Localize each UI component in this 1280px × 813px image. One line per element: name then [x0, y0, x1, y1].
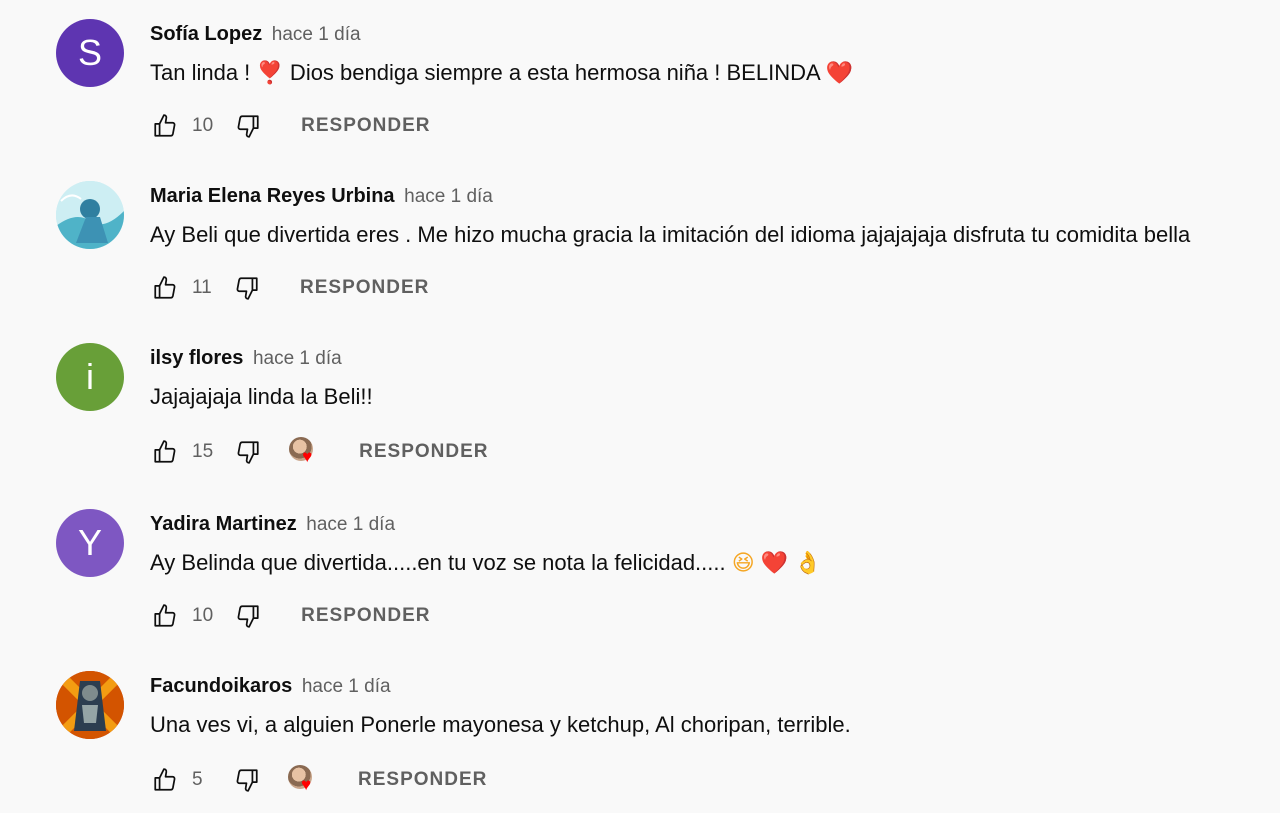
like-icon[interactable] [150, 601, 180, 631]
dislike-icon[interactable] [233, 437, 263, 467]
avatar[interactable]: Y [56, 509, 124, 577]
avatar[interactable] [56, 181, 124, 249]
avatar-letter: S [77, 32, 102, 73]
comment-thread: Y Yadira Martinez hace 1 día Ay Belinda … [0, 509, 1280, 659]
reply-button[interactable]: RESPONDER [359, 441, 488, 463]
reply-button[interactable]: RESPONDER [301, 605, 430, 627]
comment-time[interactable]: hace 1 día [306, 514, 395, 535]
reply-button[interactable]: RESPONDER [300, 277, 429, 299]
comment-time[interactable]: hace 1 día [253, 348, 342, 369]
comment-actions: 10 RESPONDER [150, 601, 431, 631]
avatar[interactable]: i [56, 343, 124, 411]
heart-icon: ♥ [301, 775, 312, 794]
like-icon[interactable] [150, 111, 180, 141]
red-heart-emoji: ❤️ [825, 60, 853, 85]
author-name[interactable]: Yadira Martinez [150, 513, 297, 535]
comment-actions: 15 ♥ RESPONDER [150, 437, 489, 467]
comment-text: Ay Beli que divertida eres . Me hizo muc… [150, 222, 1191, 247]
dislike-icon[interactable] [233, 111, 263, 141]
like-icon[interactable] [150, 437, 180, 467]
comment-actions: 10 RESPONDER [150, 111, 431, 141]
dislike-icon[interactable] [233, 601, 263, 631]
author-name[interactable]: Sofía Lopez [150, 23, 262, 45]
comment-header: ilsy flores hace 1 día [150, 345, 342, 372]
dislike-icon[interactable] [232, 273, 262, 303]
comment-text-part: Ay Belinda que divertida.....en tu voz s… [150, 550, 732, 575]
comment-header: Maria Elena Reyes Urbina hace 1 día [150, 183, 493, 210]
comments-section: S Sofía Lopez hace 1 día Tan linda ! ❣️ … [0, 0, 1280, 813]
comment-text: Una ves vi, a alguien Ponerle mayonesa y… [150, 712, 851, 737]
avatar[interactable]: S [56, 19, 124, 87]
comment-time[interactable]: hace 1 día [404, 186, 493, 207]
comment-text-part: Dios bendiga siempre a esta hermosa niña… [283, 60, 826, 85]
avatar-letter: i [86, 356, 94, 397]
comment-time[interactable]: hace 1 día [302, 676, 391, 697]
reply-button[interactable]: RESPONDER [301, 115, 430, 137]
author-name[interactable]: ilsy flores [150, 347, 243, 369]
avatar[interactable] [56, 671, 124, 739]
comment-time[interactable]: hace 1 día [272, 24, 361, 45]
dislike-icon[interactable] [232, 765, 262, 795]
creator-heart-badge: ♥ [289, 437, 319, 467]
red-heart-emoji: ❤️ [760, 550, 789, 575]
like-count: 10 [192, 605, 214, 626]
comment-thread: S Sofía Lopez hace 1 día Tan linda ! ❣️ … [0, 19, 1280, 169]
avatar-letter: Y [77, 522, 102, 563]
laughing-emoji: 😆 [731, 550, 755, 575]
comment-text: Ay Belinda que divertida.....en tu voz s… [150, 549, 822, 577]
ok-hand-emoji: 👌 [794, 550, 822, 575]
author-name[interactable]: Facundoikaros [150, 675, 292, 697]
like-count: 11 [192, 277, 212, 298]
avatar-image [56, 671, 124, 739]
comment-thread: Maria Elena Reyes Urbina hace 1 día Ay B… [0, 181, 1280, 331]
creator-heart-badge: ♥ [288, 765, 318, 795]
author-name[interactable]: Maria Elena Reyes Urbina [150, 185, 395, 207]
comment-text: Tan linda ! ❣️ Dios bendiga siempre a es… [150, 59, 853, 87]
comment-thread: i ilsy flores hace 1 día Jajajajaja lind… [0, 343, 1280, 493]
like-count: 10 [192, 115, 214, 136]
comment-text-part: Tan linda ! [150, 60, 257, 85]
avatar-image [56, 181, 124, 249]
like-count: 15 [192, 441, 214, 462]
heart-icon: ♥ [302, 447, 313, 466]
reply-button[interactable]: RESPONDER [358, 769, 487, 791]
comment-actions: 11 RESPONDER [150, 273, 429, 303]
comment-header: Yadira Martinez hace 1 día [150, 511, 395, 538]
like-count: 5 [192, 769, 203, 790]
comment-text: Jajajajaja linda la Beli!! [150, 384, 373, 409]
like-icon[interactable] [150, 273, 180, 303]
comment-actions: 5 ♥ RESPONDER [150, 765, 487, 795]
like-icon[interactable] [150, 765, 180, 795]
heart-exclamation-emoji: ❣️ [256, 60, 284, 85]
comment-thread: Facundoikaros hace 1 día Una ves vi, a a… [0, 671, 1280, 813]
comment-header: Facundoikaros hace 1 día [150, 673, 391, 700]
comment-header: Sofía Lopez hace 1 día [150, 21, 361, 48]
